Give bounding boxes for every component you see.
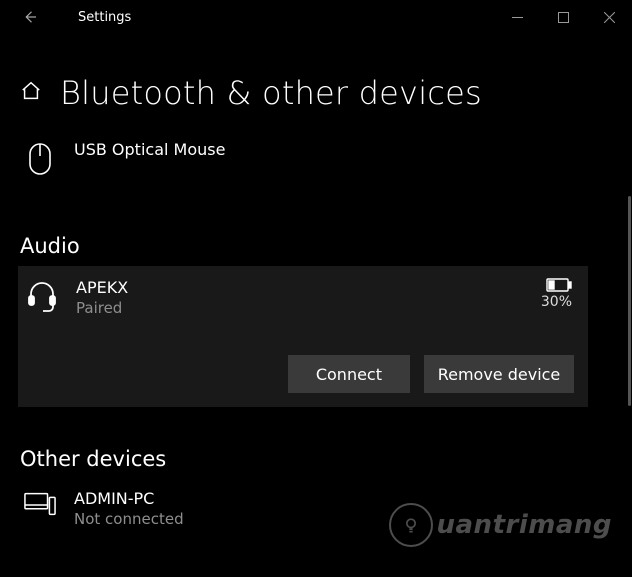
section-header-audio: Audio: [18, 186, 620, 266]
other-device-status: Not connected: [74, 510, 184, 528]
remove-device-button[interactable]: Remove device: [424, 355, 574, 393]
audio-device-name: APEKX: [76, 278, 128, 297]
audio-device-status: Paired: [76, 299, 128, 317]
connect-button[interactable]: Connect: [288, 355, 410, 393]
home-icon[interactable]: [20, 80, 42, 106]
pc-icon: [24, 489, 56, 517]
close-button[interactable]: [586, 0, 632, 34]
other-device-name: ADMIN-PC: [74, 489, 184, 508]
minimize-icon: [512, 12, 523, 23]
device-name: USB Optical Mouse: [74, 140, 225, 159]
back-button[interactable]: [0, 0, 60, 34]
window-title: Settings: [60, 10, 131, 25]
battery-percent: 30%: [541, 294, 572, 310]
maximize-button[interactable]: [540, 0, 586, 34]
audio-device-card[interactable]: APEKX Paired 30% Connect Remove device: [18, 266, 588, 407]
minimize-button[interactable]: [494, 0, 540, 34]
battery-icon: [546, 278, 572, 292]
titlebar: Settings: [0, 0, 632, 34]
window-controls: [494, 0, 632, 34]
headset-icon: [26, 278, 58, 312]
battery-indicator: 30%: [541, 278, 572, 310]
watermark-text: uantrimang: [437, 510, 613, 540]
watermark: uantrimang: [389, 503, 613, 547]
section-header-other: Other devices: [18, 407, 620, 479]
watermark-bulb-icon: [389, 503, 433, 547]
device-mouse[interactable]: USB Optical Mouse: [18, 130, 620, 186]
mouse-icon: [24, 140, 56, 176]
maximize-icon: [558, 12, 569, 23]
back-arrow-icon: [21, 8, 39, 26]
close-icon: [604, 12, 615, 23]
page-title: Bluetooth & other devices: [60, 74, 482, 112]
scrollbar-thumb[interactable]: [628, 196, 631, 406]
page-header: Bluetooth & other devices: [0, 34, 632, 130]
